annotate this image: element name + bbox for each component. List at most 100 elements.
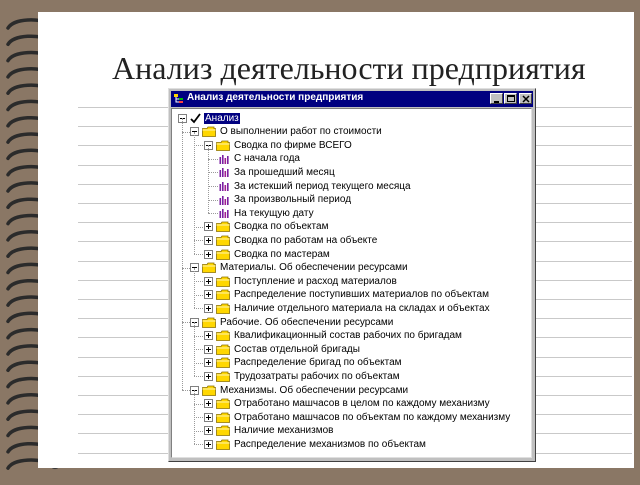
folder-icon [216,235,230,246]
tree-connector [194,131,195,254]
report-item[interactable]: За истекший период текущего месяца [219,179,412,193]
tree-item-label: Материалы. Об обеспечении ресурсами [220,262,408,274]
tree-item-label: На текущую дату [234,207,314,219]
folder-icon [202,126,216,137]
report-item[interactable]: На текущую дату [219,206,315,220]
tree-item[interactable]: Поступление и расход материалов [204,274,398,288]
tree-item[interactable]: Состав отдельной бригады [204,342,361,356]
tree-item-label: О выполнении работ по стоимости [220,126,382,138]
tree-item[interactable]: Сводка по работам на объекте [204,233,378,247]
expand-icon[interactable] [204,290,213,300]
close-button[interactable] [519,93,532,104]
tree-connector [194,376,203,378]
folder-icon [202,385,216,396]
tree-connector [182,118,183,390]
tree-item-label: Отработано машчасов в целом по каждому м… [234,398,490,410]
tree-item[interactable]: Отработано машчасов в целом по каждому м… [204,397,491,411]
tree-item[interactable]: Наличие механизмов [204,424,334,438]
tree-item[interactable]: Распределение поступивших материалов по … [204,288,490,302]
tree-connector [208,199,218,201]
folder-icon [216,221,230,233]
tree-item-label: С начала года [234,153,300,165]
tree-connector [194,281,203,283]
tree-group[interactable]: Материалы. Об обеспечении ресурсами [190,261,409,275]
tree-item[interactable]: Распределение механизмов по объектам [204,437,427,451]
tree-connector [194,254,203,255]
tree-item-label: Сводка по объектам [234,221,329,233]
folder-icon [216,439,230,450]
tree-connector [194,403,203,405]
tree-group[interactable]: О выполнении работ по стоимости [190,125,383,139]
tree-connector [194,362,203,364]
tree-view[interactable]: Анализ О выполнении работ по стоимости Сво… [171,108,532,458]
tree-item-label: Рабочие. Об обеспечении ресурсами [220,316,394,328]
tree-item[interactable]: Сводка по фирме ВСЕГО [204,138,353,152]
folder-icon [216,412,230,423]
tree-item-label: Распределение механизмов по объектам [234,438,426,450]
report-item[interactable]: За произвольный период [219,193,352,207]
expand-icon[interactable] [204,426,213,436]
tree-group[interactable]: Механизмы. Об обеспечении ресурсами [190,383,409,397]
folder-icon [216,425,230,437]
minimize-button[interactable] [490,93,503,104]
tree-connector [194,145,203,147]
folder-icon [216,371,230,382]
folder-icon [202,262,216,273]
tree-app-icon [174,94,183,103]
folder-icon [202,317,216,328]
app-window[interactable]: Анализ деятельности предприятия Анализ О … [168,88,536,462]
report-item[interactable]: С начала года [219,152,301,166]
expand-icon[interactable] [204,331,213,341]
tree-connector [194,335,203,337]
expand-icon[interactable] [204,358,213,368]
tree-item-label: Квалификационный состав рабочих по брига… [234,330,462,342]
expand-icon[interactable] [204,235,213,245]
tree-item[interactable]: Наличие отдельного материала на складах … [204,301,491,315]
expand-icon[interactable] [204,439,213,449]
report-chart-icon [219,154,229,164]
slide-title: Анализ деятельности предприятия [112,50,586,86]
folder-icon [216,330,230,341]
tree-item-label: За произвольный период [234,194,352,206]
expand-icon[interactable] [204,303,213,313]
expand-icon[interactable] [204,412,213,422]
folder-icon [216,303,230,314]
folder-icon [216,398,230,409]
tree-item-label: Сводка по мастерам [234,248,330,260]
report-item[interactable]: За прошедший месяц [219,165,336,179]
tree-item-label: Механизмы. Об обеспечении ресурсами [220,384,409,396]
tree-item[interactable]: Отработано машчасов по объектам по каждо… [204,410,511,424]
tree-connector [208,213,218,215]
tree-item[interactable]: Трудозатраты рабочих по объектам [204,369,401,383]
maximize-button[interactable] [504,93,517,104]
tree-connector [194,294,203,296]
folder-icon [216,276,230,287]
tree-group[interactable]: Рабочие. Об обеспечении ресурсами [190,315,394,329]
tree-connector [208,186,218,187]
tree-item-label: Состав отдельной бригады [234,343,360,355]
tree-root[interactable]: Анализ [178,111,240,125]
tree-item[interactable]: Квалификационный состав рабочих по брига… [204,329,463,343]
tree-item[interactable]: Сводка по мастерам [204,247,331,261]
tree-connector [208,158,218,160]
expand-icon[interactable] [204,399,213,409]
expand-icon[interactable] [204,249,213,259]
tree-item[interactable]: Сводка по объектам [204,220,329,234]
expand-icon[interactable] [204,371,213,381]
window-titlebar[interactable]: Анализ деятельности предприятия [171,91,533,107]
folder-icon [216,249,230,260]
close-icon [522,95,530,103]
checkmark-icon [190,112,201,123]
expand-icon[interactable] [204,344,213,354]
tree-connector [208,172,218,174]
tree-connector [194,430,203,432]
tree-item-label: Трудозатраты рабочих по объектам [234,370,400,382]
expand-icon[interactable] [204,276,213,286]
tree-connector [194,349,203,351]
tree-connector [194,240,203,242]
tree-item[interactable]: Распределение бригад по объектам [204,356,403,370]
expand-icon[interactable] [204,222,213,232]
tree-connector [194,226,203,228]
tree-connector [182,390,190,391]
folder-icon [216,344,230,355]
